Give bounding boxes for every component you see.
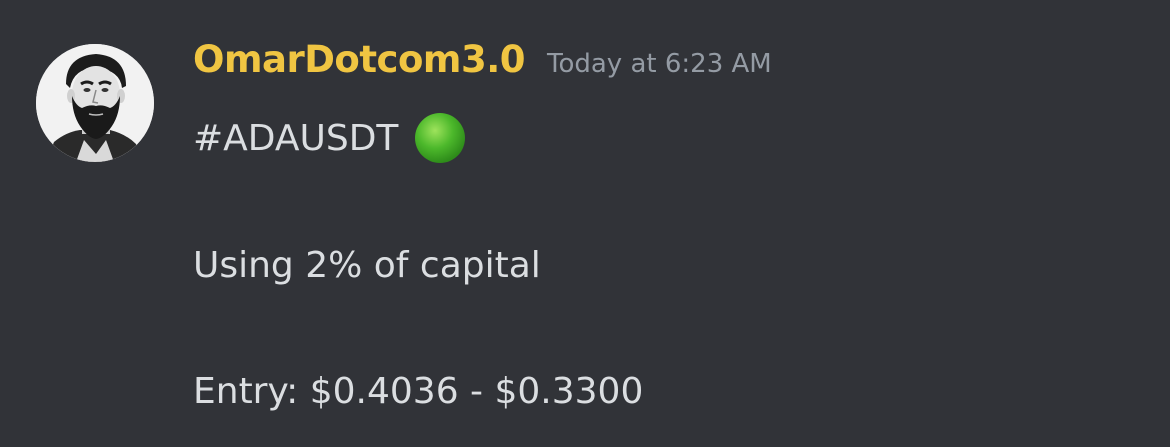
green-circle-icon bbox=[414, 112, 466, 164]
timestamp[interactable]: Today at 6:23 AM bbox=[547, 49, 772, 79]
message-line-entry: Entry: $0.4036 - $0.3300 bbox=[193, 366, 643, 416]
message-line-capital: Using 2% of capital bbox=[193, 240, 541, 290]
message-header: OmarDotcom3.0 Today at 6:23 AM bbox=[193, 38, 772, 94]
chat-message: OmarDotcom3.0 Today at 6:23 AM #ADAUSDT … bbox=[0, 0, 1170, 447]
avatar[interactable] bbox=[36, 44, 154, 162]
entry-text: Entry: $0.4036 - $0.3300 bbox=[193, 370, 644, 412]
ticker-text: #ADAUSDT bbox=[193, 117, 399, 159]
user-avatar-icon bbox=[36, 44, 154, 162]
capital-text: Using 2% of capital bbox=[193, 244, 541, 286]
username[interactable]: OmarDotcom3.0 bbox=[193, 38, 526, 81]
message-line-ticker: #ADAUSDT bbox=[193, 113, 466, 163]
